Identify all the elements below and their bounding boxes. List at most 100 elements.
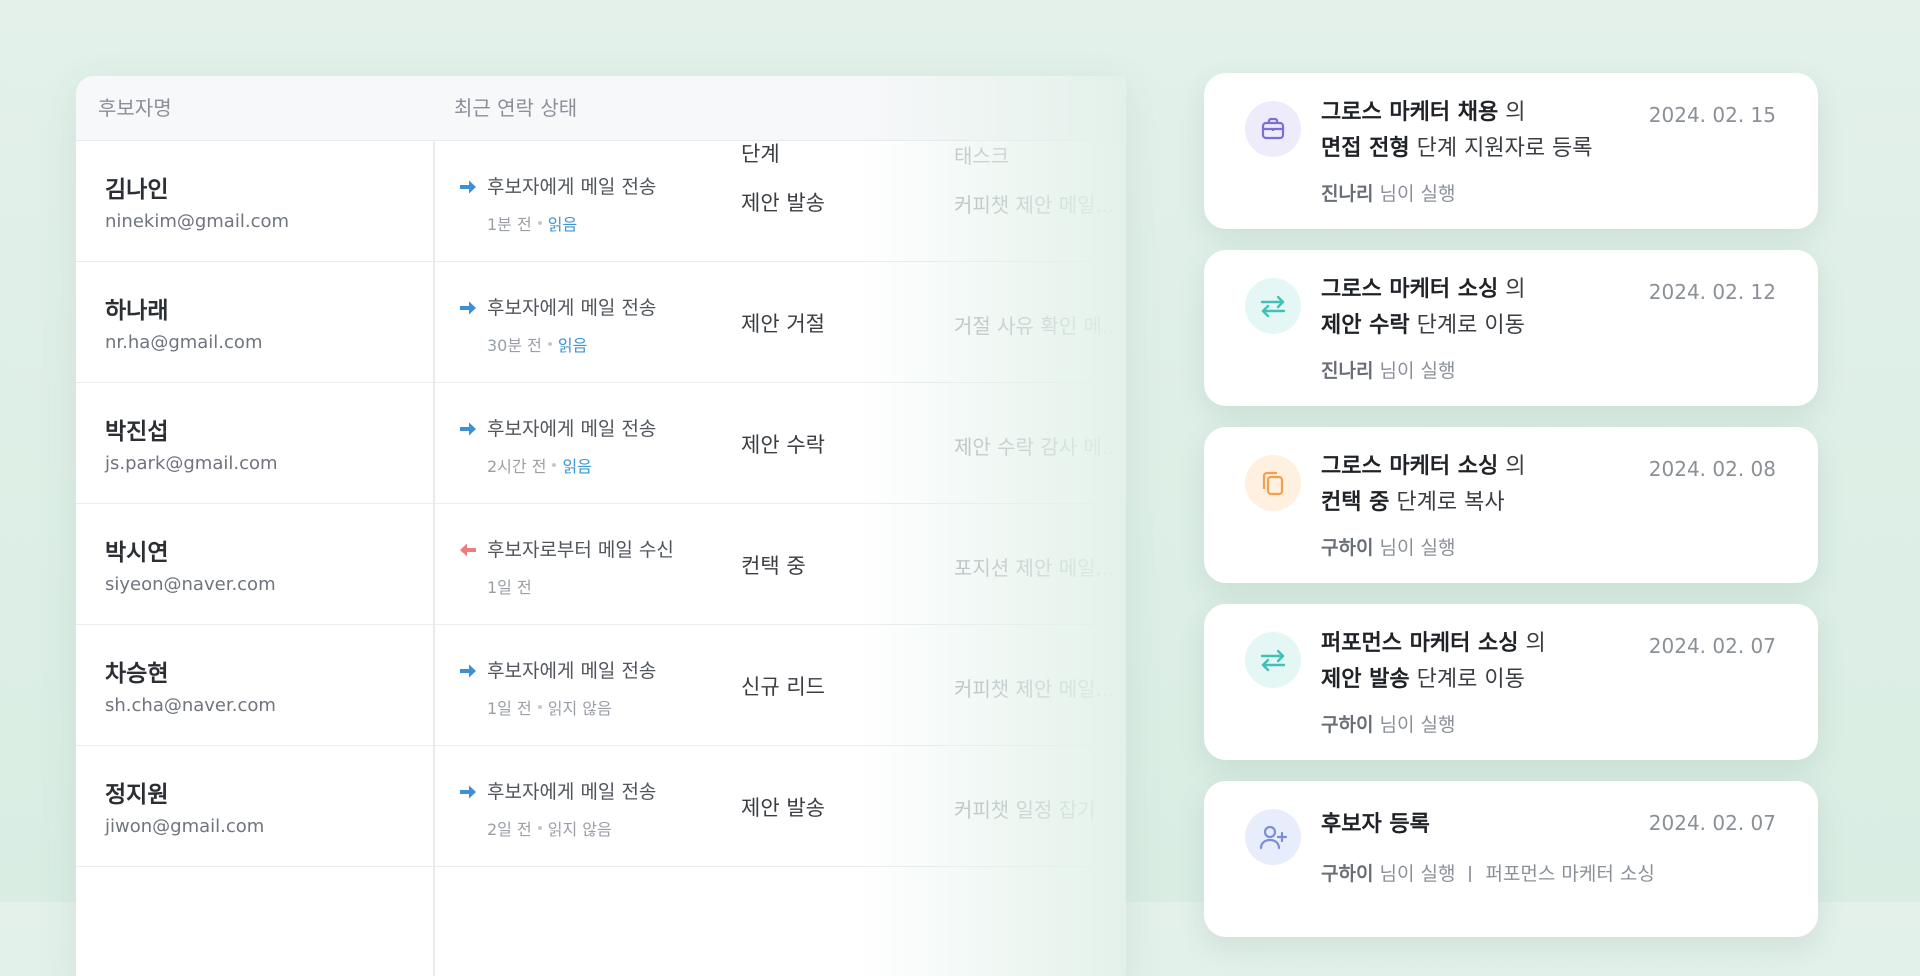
activity-action: 단계로 이동: [1416, 313, 1525, 338]
table-row[interactable]: 박시연 siyeon@naver.com 후보자로부터 메일 수신 1일 전 컨…: [76, 504, 1126, 625]
task-cell[interactable]: 커피챗 일정 잡기: [954, 794, 1126, 823]
candidate-table: 후보자명 최근 연락 상태 단계 태스크 김나인 ninekim@gmail.c…: [76, 76, 1126, 976]
contact-meta: 2시간 전 읽음: [487, 453, 592, 477]
swap-arrows-icon: [1245, 278, 1301, 334]
candidate-name[interactable]: 박진섭: [105, 412, 168, 446]
activity-card[interactable]: 후보자 등록 2024. 02. 07 구하이 님이 실행 퍼포먼스 마케터 소싱: [1204, 781, 1818, 937]
header-recent-contact[interactable]: 최근 연락 상태: [454, 76, 577, 140]
table-row[interactable]: 김나인 ninekim@gmail.com 후보자에게 메일 전송 1분 전 읽…: [76, 141, 1126, 262]
activity-actor-suffix: 님이 실행: [1379, 183, 1456, 205]
activity-project: 그로스 마케터 소싱: [1321, 454, 1499, 479]
activity-meta: 구하이 님이 실행: [1321, 710, 1455, 737]
activity-card[interactable]: 퍼포먼스 마케터 소싱 의 제안 발송 단계로 이동 2024. 02. 07 …: [1204, 604, 1818, 760]
activity-card[interactable]: 그로스 마케터 소싱 의 컨택 중 단계로 복사 2024. 02. 08 구하…: [1204, 427, 1818, 583]
separator-dot: [537, 221, 542, 225]
contact-status-text: 후보자에게 메일 전송: [487, 297, 657, 319]
task-cell[interactable]: 거절 사유 확인 메...: [954, 310, 1126, 339]
contact-time: 30분 전: [487, 336, 542, 355]
read-status: 읽음: [547, 215, 578, 234]
stage-cell[interactable]: 신규 리드: [741, 671, 825, 701]
candidate-email: siyeon@naver.com: [105, 574, 276, 595]
contact-status: 후보자에게 메일 전송: [459, 656, 656, 683]
activity-card[interactable]: 그로스 마케터 소싱 의 제안 수락 단계로 이동 2024. 02. 12 진…: [1204, 250, 1818, 406]
table-row[interactable]: 하나래 nr.ha@gmail.com 후보자에게 메일 전송 30분 전 읽음…: [76, 262, 1126, 383]
contact-status-text: 후보자에게 메일 전송: [487, 781, 657, 803]
swap-arrows-icon: [1245, 632, 1301, 688]
activity-date: 2024. 02. 07: [1648, 634, 1776, 658]
activity-date: 2024. 02. 07: [1648, 811, 1776, 835]
activity-actor[interactable]: 구하이: [1321, 714, 1373, 736]
contact-status-text: 후보자에게 메일 전송: [487, 660, 657, 682]
candidate-name[interactable]: 하나래: [105, 291, 168, 325]
outgoing-arrow-icon: [459, 420, 477, 436]
activity-actor[interactable]: 구하이: [1321, 537, 1373, 559]
task-cell[interactable]: 포지션 제안 메일...: [954, 552, 1126, 581]
outgoing-arrow-icon: [459, 299, 477, 315]
contact-meta: 1일 전 읽지 않음: [487, 695, 612, 719]
candidate-name[interactable]: 김나인: [105, 170, 168, 204]
contact-time: 2일 전: [487, 820, 532, 839]
column-divider: [433, 140, 435, 976]
activity-title: 그로스 마케터 소싱 의 제안 수락 단계로 이동: [1321, 272, 1526, 344]
activity-actor[interactable]: 진나리: [1321, 360, 1373, 382]
contact-status: 후보자에게 메일 전송: [459, 777, 656, 804]
table-row[interactable]: 정지원 jiwon@gmail.com 후보자에게 메일 전송 2일 전 읽지 …: [76, 746, 1126, 867]
candidate-name[interactable]: 정지원: [105, 775, 168, 809]
activity-actor-suffix: 님이 실행: [1379, 714, 1456, 736]
activity-meta: 구하이 님이 실행 퍼포먼스 마케터 소싱: [1321, 859, 1655, 886]
activity-title: 후보자 등록: [1321, 807, 1430, 843]
candidate-name[interactable]: 박시연: [105, 533, 168, 567]
outgoing-arrow-icon: [459, 178, 477, 194]
activity-project: 퍼포먼스 마케터 소싱: [1321, 631, 1519, 656]
stage-cell[interactable]: 제안 발송: [741, 187, 825, 217]
outgoing-arrow-icon: [459, 783, 477, 799]
activity-action: 단계로 복사: [1396, 490, 1505, 515]
activity-action: 후보자 등록: [1321, 812, 1430, 837]
separator-dot: [547, 342, 552, 346]
user-add-icon: [1245, 809, 1301, 865]
candidate-email: ninekim@gmail.com: [105, 211, 290, 232]
activity-action: 단계 지원자로 등록: [1416, 136, 1593, 161]
table-row[interactable]: 박진섭 js.park@gmail.com 후보자에게 메일 전송 2시간 전 …: [76, 383, 1126, 504]
stage-cell[interactable]: 컨택 중: [741, 550, 806, 580]
activity-actor[interactable]: 구하이: [1321, 863, 1373, 885]
activity-actor-suffix: 님이 실행: [1379, 537, 1456, 559]
contact-status: 후보자에게 메일 전송: [459, 172, 656, 199]
contact-status-text: 후보자에게 메일 전송: [487, 176, 657, 198]
table-row[interactable]: 차승현 sh.cha@naver.com 후보자에게 메일 전송 1일 전 읽지…: [76, 625, 1126, 746]
stage-cell[interactable]: 제안 발송: [741, 792, 825, 822]
contact-meta: 30분 전 읽음: [487, 332, 587, 356]
activity-meta: 구하이 님이 실행: [1321, 533, 1455, 560]
activity-date: 2024. 02. 15: [1648, 103, 1776, 127]
candidate-email: sh.cha@naver.com: [105, 695, 276, 716]
contact-status: 후보자에게 메일 전송: [459, 414, 656, 441]
table-row-partial[interactable]: [76, 867, 1126, 976]
separator-dot: [552, 463, 557, 467]
task-cell[interactable]: 커피챗 제안 메일...: [954, 189, 1126, 218]
activity-title: 그로스 마케터 채용 의 면접 전형 단계 지원자로 등록: [1321, 95, 1593, 167]
read-status: 읽지 않음: [547, 820, 612, 839]
activity-date: 2024. 02. 08: [1648, 457, 1776, 481]
activity-stage: 면접 전형: [1321, 136, 1410, 161]
activity-card[interactable]: 그로스 마케터 채용 의 면접 전형 단계 지원자로 등록 2024. 02. …: [1204, 73, 1818, 229]
activity-project: 퍼포먼스 마케터 소싱: [1485, 863, 1655, 885]
contact-status-text: 후보자에게 메일 전송: [487, 418, 657, 440]
contact-status-text: 후보자로부터 메일 수신: [487, 539, 674, 561]
activity-stage: 컨택 중: [1321, 490, 1390, 515]
task-cell[interactable]: 커피챗 제안 메일...: [954, 673, 1126, 702]
table-header: 후보자명 최근 연락 상태 단계 태스크: [76, 76, 1126, 168]
contact-time: 1일 전: [487, 699, 532, 718]
activity-actor[interactable]: 진나리: [1321, 183, 1373, 205]
activity-project: 그로스 마케터 채용: [1321, 100, 1499, 125]
contact-time: 1일 전: [487, 578, 532, 597]
stage-cell[interactable]: 제안 수락: [741, 429, 825, 459]
separator-dot: [537, 826, 542, 830]
read-status: 읽지 않음: [547, 699, 612, 718]
copy-icon: [1245, 455, 1301, 511]
candidate-name[interactable]: 차승현: [105, 654, 168, 688]
outgoing-arrow-icon: [459, 662, 477, 678]
task-cell[interactable]: 제안 수락 감사 메...: [954, 431, 1126, 460]
header-candidate-name[interactable]: 후보자명: [98, 76, 172, 140]
candidate-email: js.park@gmail.com: [105, 453, 278, 474]
stage-cell[interactable]: 제안 거절: [741, 308, 825, 338]
